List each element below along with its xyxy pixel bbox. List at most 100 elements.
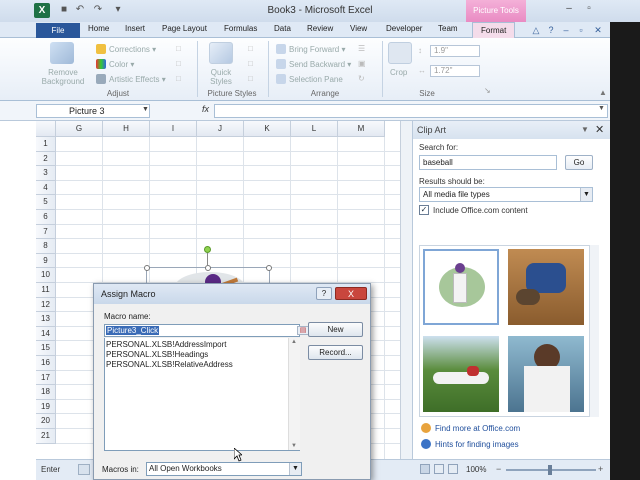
go-button[interactable]: Go bbox=[565, 155, 593, 170]
quick-styles-button[interactable]: Quick Styles bbox=[200, 68, 242, 86]
height-input[interactable]: 1.9" bbox=[430, 45, 480, 57]
clip-art-result[interactable] bbox=[508, 336, 584, 412]
tab-view[interactable]: View bbox=[350, 24, 367, 33]
quick-styles-icon[interactable] bbox=[209, 42, 233, 64]
column-header[interactable]: J bbox=[197, 121, 244, 137]
column-header[interactable]: I bbox=[150, 121, 197, 137]
column-header[interactable]: G bbox=[56, 121, 103, 137]
window-close-icon[interactable]: ✕ bbox=[592, 24, 604, 36]
remove-background-button[interactable]: Remove Background bbox=[40, 68, 86, 86]
tab-review[interactable]: Review bbox=[307, 24, 333, 33]
column-header[interactable]: K bbox=[244, 121, 291, 137]
send-backward-button[interactable]: Send Backward ▾ bbox=[276, 59, 351, 69]
scroll-up-icon[interactable]: ▲ bbox=[291, 339, 297, 345]
remove-background-icon[interactable] bbox=[50, 42, 74, 64]
resize-handle[interactable] bbox=[205, 265, 211, 271]
tab-team[interactable]: Team bbox=[438, 24, 458, 33]
record-macro-button[interactable]: Record... bbox=[308, 345, 363, 360]
select-all-corner[interactable] bbox=[36, 121, 56, 137]
page-break-view-icon[interactable] bbox=[448, 464, 458, 474]
row-header[interactable]: 17 bbox=[36, 370, 56, 386]
new-macro-button[interactable]: New bbox=[308, 322, 363, 337]
pane-close-icon[interactable]: ✕ bbox=[595, 123, 604, 136]
bring-forward-button[interactable]: Bring Forward ▾ bbox=[276, 44, 346, 54]
picture-layout-icon[interactable]: □ bbox=[248, 74, 253, 83]
clip-art-search-input[interactable]: baseball bbox=[419, 155, 557, 170]
macro-list-item[interactable]: PERSONAL.XLSB!AddressImport bbox=[106, 340, 227, 349]
change-picture-icon[interactable]: □ bbox=[176, 59, 181, 68]
macro-name-input[interactable]: Picture3_Click ▤ bbox=[104, 324, 309, 337]
row-header[interactable]: 9 bbox=[36, 253, 56, 269]
clip-art-result[interactable] bbox=[423, 336, 499, 412]
dropdown-arrow-icon[interactable]: ▼ bbox=[580, 188, 592, 201]
width-input[interactable]: 1.72" bbox=[430, 65, 480, 77]
size-dialog-launcher-icon[interactable]: ↘ bbox=[484, 86, 491, 95]
row-header[interactable]: 20 bbox=[36, 414, 56, 429]
row-header[interactable]: 5 bbox=[36, 195, 56, 210]
sheet-vertical-scrollbar[interactable] bbox=[400, 121, 412, 459]
name-box-dropdown-icon[interactable]: ▼ bbox=[142, 106, 149, 113]
artistic-effects-button[interactable]: Artistic Effects ▾ bbox=[96, 74, 166, 84]
column-header[interactable]: M bbox=[338, 121, 385, 137]
tab-home[interactable]: Home bbox=[88, 24, 109, 33]
tab-data[interactable]: Data bbox=[274, 24, 291, 33]
formula-input[interactable] bbox=[214, 104, 608, 118]
row-header[interactable]: 6 bbox=[36, 210, 56, 225]
picture-effects-icon[interactable]: □ bbox=[248, 59, 253, 68]
include-office-checkbox[interactable]: ✓ bbox=[419, 205, 429, 215]
selection-pane-button[interactable]: Selection Pane bbox=[276, 74, 343, 84]
align-icon[interactable]: ☰ bbox=[358, 44, 365, 53]
row-header[interactable]: 1 bbox=[36, 137, 56, 152]
macro-list-item[interactable]: PERSONAL.XLSB!Headings bbox=[106, 350, 208, 359]
macros-in-select[interactable]: All Open Workbooks ▼ bbox=[146, 462, 302, 476]
tab-format[interactable]: Format bbox=[472, 22, 516, 39]
normal-view-icon[interactable] bbox=[420, 464, 430, 474]
row-header[interactable]: 13 bbox=[36, 312, 56, 327]
column-header[interactable]: H bbox=[103, 121, 150, 137]
clip-art-result[interactable] bbox=[423, 249, 499, 325]
macro-list[interactable]: PERSONAL.XLSB!AddressImport PERSONAL.XLS… bbox=[104, 338, 300, 451]
row-header[interactable]: 16 bbox=[36, 356, 56, 371]
tab-insert[interactable]: Insert bbox=[125, 24, 145, 33]
tab-formulas[interactable]: Formulas bbox=[224, 24, 257, 33]
restore-icon[interactable]: ▫ bbox=[580, 2, 598, 16]
macro-list-item[interactable]: PERSONAL.XLSB!RelativeAddress bbox=[106, 360, 233, 369]
page-layout-view-icon[interactable] bbox=[434, 464, 444, 474]
zoom-slider-thumb[interactable] bbox=[548, 465, 552, 475]
macro-record-icon[interactable] bbox=[78, 464, 90, 475]
tab-developer[interactable]: Developer bbox=[386, 24, 422, 33]
help-icon[interactable]: ? bbox=[545, 24, 557, 36]
crop-icon[interactable] bbox=[388, 42, 412, 64]
tab-page-layout[interactable]: Page Layout bbox=[162, 24, 207, 33]
row-header[interactable]: 10 bbox=[36, 268, 56, 283]
rotate-icon[interactable]: ↻ bbox=[358, 74, 365, 83]
zoom-out-icon[interactable]: − bbox=[496, 464, 501, 474]
window-minimize-icon[interactable]: – bbox=[560, 24, 572, 36]
row-header[interactable]: 14 bbox=[36, 326, 56, 342]
rotate-handle[interactable] bbox=[204, 246, 211, 253]
ribbon-collapse-icon[interactable]: ▲ bbox=[599, 88, 607, 97]
resize-handle[interactable] bbox=[144, 265, 150, 271]
row-header[interactable]: 15 bbox=[36, 341, 56, 356]
crop-button[interactable]: Crop bbox=[390, 68, 407, 77]
row-header[interactable]: 19 bbox=[36, 399, 56, 415]
name-box[interactable]: Picture 3 bbox=[36, 104, 150, 118]
resize-handle[interactable] bbox=[266, 265, 272, 271]
picture-border-icon[interactable]: □ bbox=[248, 44, 253, 53]
row-header[interactable]: 21 bbox=[36, 429, 56, 444]
zoom-level[interactable]: 100% bbox=[466, 465, 486, 474]
tab-file[interactable]: File bbox=[36, 23, 80, 38]
reset-picture-icon[interactable]: □ bbox=[176, 74, 181, 83]
minimize-icon[interactable]: – bbox=[560, 2, 578, 16]
corrections-button[interactable]: Corrections ▾ bbox=[96, 44, 156, 54]
row-header[interactable]: 11 bbox=[36, 283, 56, 298]
column-header[interactable]: L bbox=[291, 121, 338, 137]
expand-formula-bar-icon[interactable]: ▼ bbox=[598, 105, 605, 112]
row-header[interactable]: 4 bbox=[36, 180, 56, 196]
dialog-close-button[interactable]: X bbox=[335, 287, 367, 300]
scroll-down-icon[interactable]: ▼ bbox=[291, 443, 297, 449]
minimize-ribbon-icon[interactable]: △ bbox=[530, 24, 542, 36]
macro-list-scrollbar[interactable]: ▲ ▼ bbox=[288, 338, 300, 450]
compress-pictures-icon[interactable]: □ bbox=[176, 44, 181, 53]
window-restore-icon[interactable]: ▫ bbox=[575, 24, 587, 36]
